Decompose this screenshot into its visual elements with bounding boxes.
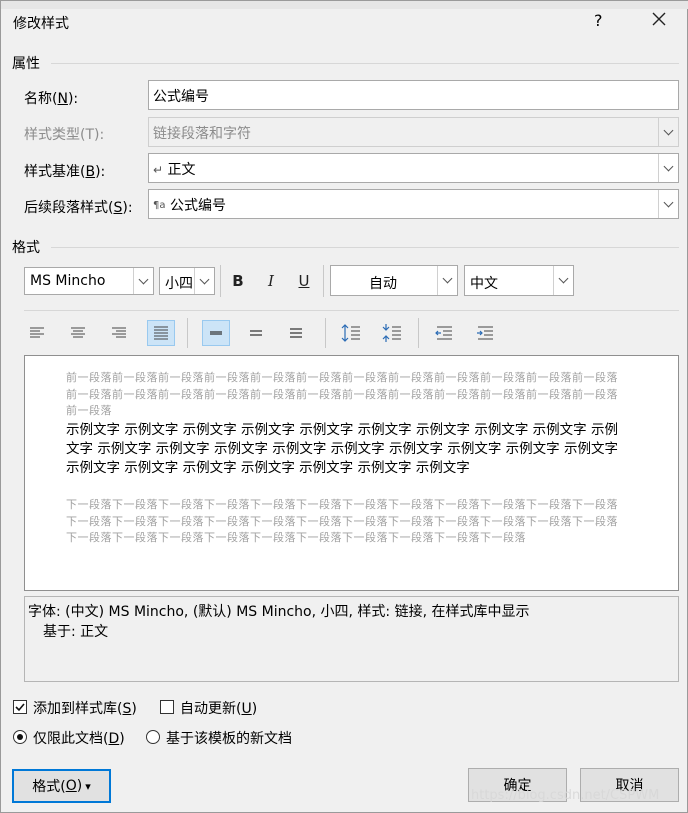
auto-update-label[interactable]: 自动更新(U): [180, 698, 257, 718]
justify-icon: [154, 326, 168, 340]
properties-section-label: 属性: [12, 56, 40, 72]
bold-button[interactable]: B: [225, 268, 251, 294]
double-spacing-icon: [290, 328, 302, 338]
style-type-dropdown: [658, 118, 678, 146]
decrease-indent-icon: [435, 326, 452, 340]
toolbar-separator: [220, 265, 221, 297]
style-preview-pane: 前一段落前一段落前一段落前一段落前一段落前一段落前一段落前一段落前一段落前一段落…: [24, 355, 679, 591]
next-style-value: 公式编号: [169, 198, 226, 214]
properties-divider: [51, 63, 679, 64]
increase-indent-icon: [477, 326, 493, 340]
decrease-spacing-icon: [382, 324, 401, 342]
add-to-gallery-label[interactable]: 添加到样式库(S): [33, 698, 137, 718]
only-this-document-label[interactable]: 仅限此文档(D): [33, 728, 125, 748]
description-line-2: 基于: 正文: [43, 624, 109, 640]
decrease-paragraph-spacing-button[interactable]: [378, 320, 406, 346]
next-style-label: 后续段落样式(S):: [24, 200, 133, 216]
align-right-button[interactable]: [105, 320, 133, 346]
align-right-icon: [112, 327, 126, 338]
preview-previous-paragraph: 前一段落前一段落前一段落前一段落前一段落前一段落前一段落前一段落前一段落前一段落…: [66, 371, 618, 418]
close-button[interactable]: [649, 9, 669, 29]
toolbar-divider: [24, 310, 679, 311]
style-base-dropdown[interactable]: [658, 154, 678, 182]
preview-sample-text: 示例文字 示例文字 示例文字 示例文字 示例文字 示例文字 示例文字 示例文字 …: [66, 422, 618, 476]
format-section-label: 格式: [12, 240, 40, 256]
toolbar-separator: [325, 318, 326, 348]
name-label: 名称(N):: [24, 91, 79, 107]
chevron-down-icon: [663, 125, 674, 135]
style-base-select[interactable]: ↵ 正文: [148, 153, 679, 183]
font-color-select[interactable]: 自动: [330, 265, 458, 296]
paragraph-style-icon: ↵: [153, 163, 164, 177]
chevron-down-icon: [558, 273, 569, 284]
description-line-1: 字体: (中文) MS Mincho, (默认) MS Mincho, 小四, …: [28, 604, 530, 620]
title-strip: [1, 1, 688, 9]
one-half-spacing-button[interactable]: [242, 320, 270, 346]
style-description-box: 字体: (中文) MS Mincho, (默认) MS Mincho, 小四, …: [24, 596, 679, 682]
next-style-dropdown[interactable]: [658, 190, 678, 218]
format-button-suffix: ): [76, 778, 83, 794]
style-base-value: 正文: [167, 162, 196, 178]
single-spacing-button[interactable]: [202, 320, 230, 346]
style-type-value: 链接段落和字符: [153, 126, 251, 142]
chevron-down-icon: [138, 274, 149, 284]
checkmark-icon: [15, 703, 25, 712]
linked-style-icon: ¶a: [153, 200, 166, 211]
one-half-spacing-icon: [250, 330, 262, 336]
help-button[interactable]: ?: [594, 11, 603, 30]
align-left-icon: [30, 327, 44, 338]
underline-button[interactable]: U: [291, 268, 317, 294]
format-button-label: 格式(: [32, 779, 66, 795]
chevron-down-icon: [663, 197, 674, 207]
font-size-dropdown[interactable]: [194, 268, 214, 294]
italic-button[interactable]: I: [258, 268, 284, 294]
justify-button[interactable]: [147, 320, 175, 346]
single-spacing-icon: [210, 331, 222, 335]
align-center-icon: [71, 327, 85, 338]
font-color-value: 自动: [369, 276, 397, 292]
font-name-value: MS Mincho: [30, 273, 106, 289]
chevron-down-icon: [663, 161, 674, 171]
format-divider: [51, 247, 679, 248]
style-type-label: 样式类型(T):: [24, 127, 105, 143]
style-base-label: 样式基准(B):: [24, 164, 106, 180]
add-to-gallery-checkbox[interactable]: [13, 700, 27, 714]
language-select[interactable]: 中文: [464, 265, 574, 296]
dropdown-arrow-icon: ▾: [85, 779, 91, 793]
decrease-indent-button[interactable]: [430, 320, 458, 346]
increase-spacing-icon: [341, 324, 360, 342]
align-center-button[interactable]: [64, 320, 92, 346]
font-name-select[interactable]: MS Mincho: [24, 267, 154, 295]
font-size-value: 小四: [165, 276, 193, 292]
increase-paragraph-spacing-button[interactable]: [337, 320, 365, 346]
font-name-dropdown[interactable]: [133, 268, 153, 294]
name-field[interactable]: 公式编号: [148, 80, 679, 110]
only-this-document-radio[interactable]: [13, 730, 27, 744]
toolbar-separator: [187, 318, 188, 348]
style-type-select: 链接段落和字符: [148, 117, 679, 147]
format-menu-button[interactable]: 格式(O) ▾: [12, 769, 111, 803]
radio-selected-dot: [17, 734, 23, 740]
increase-indent-button[interactable]: [471, 320, 499, 346]
auto-update-checkbox[interactable]: [160, 700, 174, 714]
font-color-dropdown[interactable]: [437, 266, 457, 295]
close-icon: [652, 12, 666, 26]
new-docs-template-radio[interactable]: [146, 730, 160, 744]
preview-next-paragraph: 下一段落下一段落下一段落下一段落下一段落下一段落下一段落下一段落下一段落下一段落…: [66, 498, 618, 545]
toolbar-separator: [323, 265, 324, 297]
align-left-button[interactable]: [23, 320, 51, 346]
double-spacing-button[interactable]: [282, 320, 310, 346]
dialog-title: 修改样式: [13, 16, 69, 32]
font-size-select[interactable]: 小四: [159, 267, 215, 295]
language-value: 中文: [470, 276, 498, 292]
modify-style-dialog: 修改样式 ? 属性 名称(N): 公式编号 样式类型(T): 链接段落和字符 样…: [0, 0, 688, 813]
chevron-down-icon: [442, 273, 453, 284]
chevron-down-icon: [199, 274, 210, 284]
new-docs-template-label[interactable]: 基于该模板的新文档: [166, 728, 292, 748]
watermark: https://blog.csdn.net/CSPWM: [471, 788, 660, 803]
language-dropdown[interactable]: [553, 266, 573, 295]
format-button-key: O: [65, 778, 77, 794]
next-style-select[interactable]: ¶a 公式编号: [148, 189, 679, 219]
toolbar-separator: [418, 318, 419, 348]
